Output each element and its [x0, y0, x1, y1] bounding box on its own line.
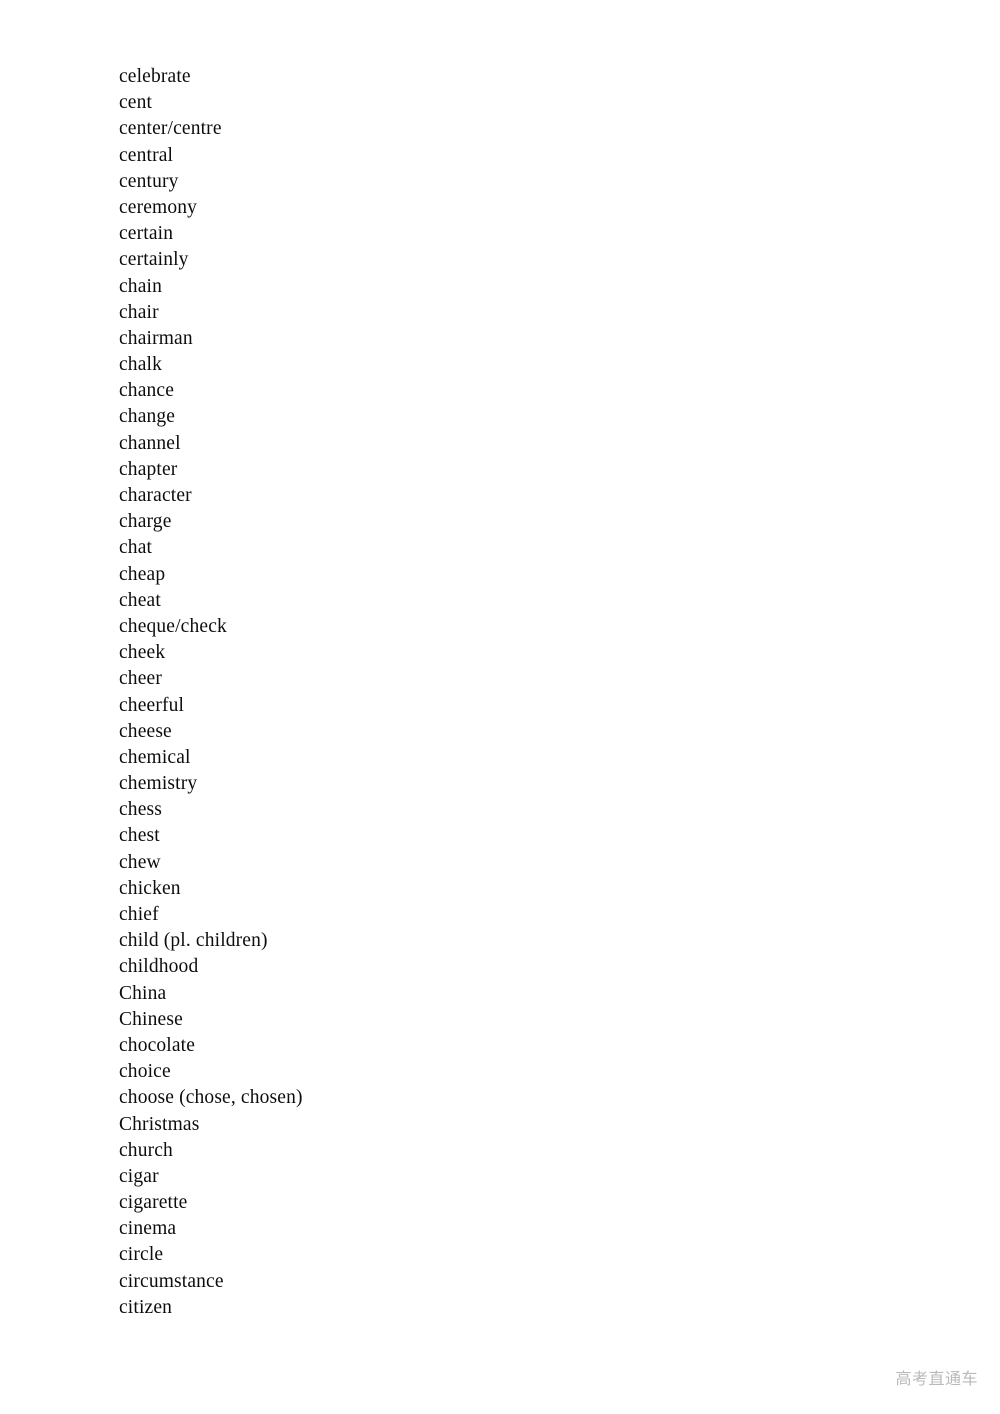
word-list-item: century	[119, 170, 179, 192]
word-list-item: cheque/check	[119, 615, 227, 637]
word-list-item: channel	[119, 432, 181, 454]
word-list-item: China	[119, 982, 167, 1004]
word-list-item: cheese	[119, 720, 172, 742]
word-list-item: cigar	[119, 1165, 159, 1187]
word-list-item: choose (chose, chosen)	[119, 1087, 303, 1109]
watermark-text: 高考直通车	[895, 1369, 978, 1388]
word-list-item: chance	[119, 380, 175, 402]
word-list-item: cheek	[119, 642, 166, 664]
word-list-item: chicken	[119, 877, 181, 899]
word-list-item: chemical	[119, 746, 191, 768]
word-list-item: chew	[119, 851, 161, 873]
word-list-item: chain	[119, 275, 162, 297]
word-list-item: child (pl. children)	[119, 930, 268, 952]
word-list-item: chest	[119, 825, 160, 847]
word-list-item: cheat	[119, 589, 161, 611]
word-list-item: cheap	[119, 563, 166, 585]
word-list-item: ceremony	[119, 196, 198, 218]
word-list-item: cent	[119, 92, 153, 114]
word-list-item: circle	[119, 1244, 164, 1266]
word-list-item: certain	[119, 223, 174, 245]
word-list-item: church	[119, 1139, 173, 1161]
word-list-item: chess	[119, 799, 162, 821]
word-list-item: certainly	[119, 249, 189, 271]
word-list-item: charge	[119, 511, 172, 533]
word-list-item: center/centre	[119, 118, 222, 140]
word-list-item: chief	[119, 904, 159, 925]
word-list-item: citizen	[119, 1296, 173, 1318]
word-list-item: cigarette	[119, 1192, 188, 1214]
word-list-item: chairman	[119, 327, 193, 349]
word-list-item: character	[119, 485, 192, 506]
word-list-item: cheer	[119, 668, 162, 690]
word-list-item: choice	[119, 1061, 171, 1083]
word-list-item: chat	[119, 537, 153, 559]
word-list-item: change	[119, 406, 176, 428]
document-page: celebrate cent center/centre central century…	[0, 0, 1000, 1414]
word-list-item: chair	[119, 301, 159, 323]
word-list-item: chemistry	[119, 773, 198, 795]
word-list-item: childhood	[119, 956, 199, 978]
word-list-item: Chinese	[119, 1008, 183, 1030]
word-list-item: chapter	[119, 458, 178, 480]
word-list-item: chocolate	[119, 1034, 196, 1056]
word-list-item: cheerful	[119, 694, 185, 716]
word-list-item: cinema	[119, 1218, 177, 1240]
word-list-item: Christmas	[119, 1113, 200, 1135]
word-list-item: central	[119, 144, 174, 166]
vocabulary-word-list: celebrate cent center/centre central century…	[119, 64, 879, 1321]
word-list-item: circumstance	[119, 1270, 224, 1292]
word-list-item: celebrate	[119, 66, 191, 87]
word-list-item: chalk	[119, 354, 162, 376]
